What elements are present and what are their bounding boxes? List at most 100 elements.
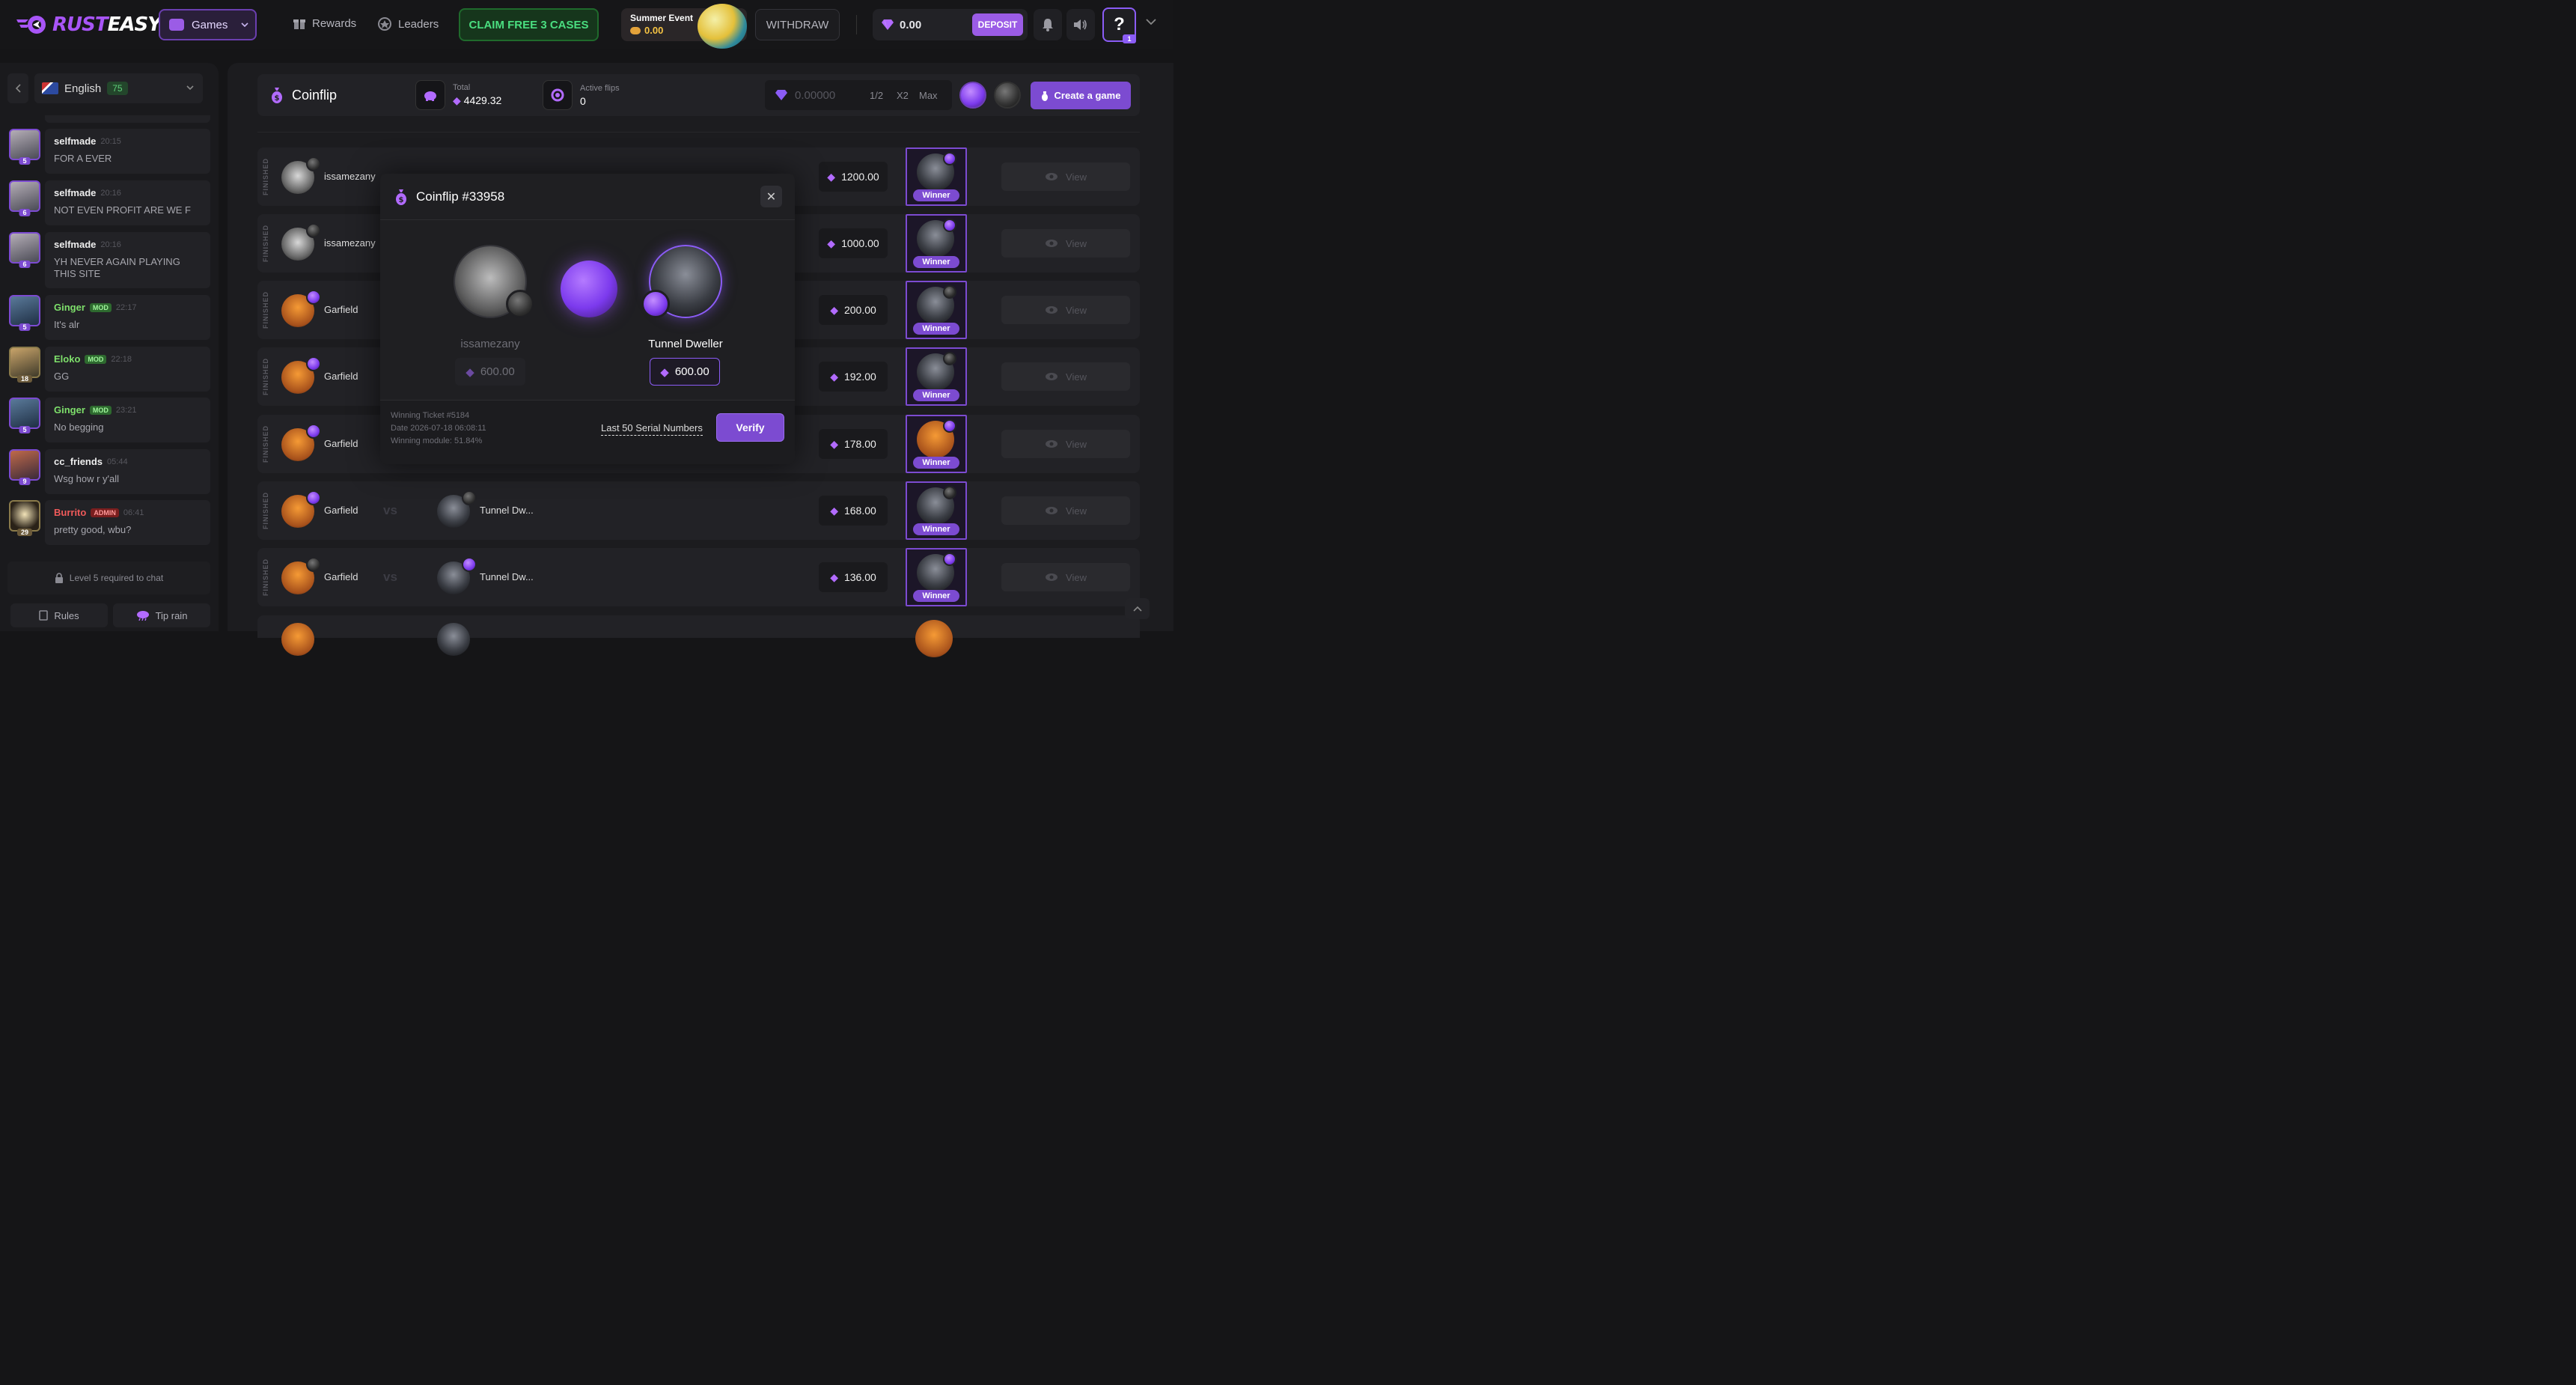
- purple-coin-side-button[interactable]: [959, 82, 986, 109]
- half-bet-button[interactable]: 1/2: [870, 90, 883, 101]
- avatar[interactable]: 9: [9, 449, 40, 485]
- chat-message: 9 cc_friends 05:44 Wsg how r y'all: [7, 449, 210, 494]
- eye-icon: [1045, 239, 1058, 248]
- chat-bubble: Ginger MOD 22:17 It's alr: [45, 295, 210, 340]
- verify-button[interactable]: Verify: [716, 413, 784, 442]
- speaker-icon: [1073, 19, 1088, 31]
- coin-side-badge: [306, 557, 321, 572]
- view-game-button[interactable]: View: [1001, 162, 1130, 191]
- coin-side-badge: [306, 490, 321, 505]
- scroll-to-top-button[interactable]: [1125, 598, 1150, 619]
- create-game-button[interactable]: Create a game: [1031, 82, 1131, 109]
- chat-username[interactable]: cc_friends: [54, 456, 103, 467]
- page-title: $ Coinflip: [271, 87, 337, 103]
- summer-event-widget[interactable]: Summer Event 0.00: [621, 4, 747, 49]
- view-game-button[interactable]: View: [1001, 362, 1130, 391]
- view-game-button[interactable]: View: [1001, 229, 1130, 258]
- gem-icon: ◆: [830, 437, 838, 450]
- double-bet-button[interactable]: X2: [897, 90, 909, 101]
- chat-sidebar: English 75 5 selfmade 20:15 FOR A EVER 6 s…: [0, 63, 219, 631]
- chat-username[interactable]: selfmade: [54, 187, 96, 198]
- status-label: FINISHED: [262, 290, 270, 329]
- chat-bubble: selfmade 20:15 FOR A EVER: [45, 129, 210, 174]
- tip-rain-label: Tip rain: [155, 609, 188, 621]
- chat-message: 5 Ginger MOD 22:17 It's alr: [7, 295, 210, 340]
- notifications-button[interactable]: [1034, 9, 1062, 40]
- winner-box: Winner: [906, 548, 967, 606]
- logo[interactable]: RUSTEASY: [15, 13, 162, 36]
- chat-username[interactable]: Ginger: [54, 404, 85, 416]
- language-label: English: [64, 82, 102, 95]
- chevron-up-icon: [1132, 606, 1142, 612]
- winner-label: Winner: [913, 323, 959, 335]
- game-amount: ◆ 1200.00: [819, 162, 888, 192]
- winner-box: Winner: [906, 347, 967, 406]
- tip-rain-button[interactable]: Tip rain: [113, 603, 210, 627]
- avatar[interactable]: 5: [9, 129, 40, 165]
- coin-side-badge: [462, 490, 477, 505]
- language-select[interactable]: English 75: [34, 73, 203, 103]
- player2-amount: ◆ 600.00: [650, 358, 720, 386]
- chat-username[interactable]: selfmade: [54, 136, 96, 147]
- bet-amount-input[interactable]: 0.00000 1/2 X2 Max: [765, 80, 952, 110]
- chat-bubble: Burrito ADMIN 06:41 pretty good, wbu?: [45, 500, 210, 545]
- winner-box: Winner: [906, 281, 967, 339]
- game-amount: ◆ 136.00: [819, 562, 888, 592]
- player2-avatar[interactable]: [437, 623, 470, 656]
- eye-icon: [1045, 573, 1058, 582]
- leaders-link[interactable]: Leaders: [377, 16, 439, 31]
- avatar[interactable]: 29: [9, 500, 40, 536]
- close-icon[interactable]: ✕: [760, 186, 782, 207]
- last-50-serials-link[interactable]: Last 50 Serial Numbers: [601, 422, 703, 436]
- status-label: FINISHED: [262, 491, 270, 530]
- view-game-button[interactable]: View: [1001, 430, 1130, 458]
- coin-side-badge: [306, 356, 321, 371]
- avatar[interactable]: 6: [9, 232, 40, 268]
- gem-icon: ◆: [827, 237, 836, 249]
- player1-avatar[interactable]: [281, 623, 314, 656]
- brand-part1: RUST: [52, 13, 109, 36]
- claim-free-cases-button[interactable]: CLAIM FREE 3 CASES: [459, 8, 599, 41]
- rewards-link[interactable]: Rewards: [293, 16, 356, 30]
- chat-username[interactable]: Burrito: [54, 507, 86, 518]
- rules-button[interactable]: Rules: [10, 603, 108, 627]
- view-game-button[interactable]: View: [1001, 296, 1130, 324]
- help-button[interactable]: ? 1: [1102, 7, 1136, 43]
- chat-bubble: selfmade 20:16 NOT EVEN PROFIT ARE WE F: [45, 180, 210, 225]
- deposit-button[interactable]: DEPOSIT: [972, 13, 1023, 36]
- sound-button[interactable]: [1066, 9, 1095, 40]
- player1-name: issamezany: [460, 338, 520, 350]
- amount-value: 200.00: [843, 304, 876, 316]
- view-game-button[interactable]: View: [1001, 496, 1130, 525]
- avatar[interactable]: 5: [9, 398, 40, 433]
- avatar[interactable]: 5: [9, 295, 40, 331]
- max-bet-button[interactable]: Max: [919, 90, 938, 101]
- avatar[interactable]: 18: [9, 347, 40, 383]
- gray-coin-side-button[interactable]: [994, 82, 1021, 109]
- lock-icon: [55, 573, 64, 583]
- chat-time: 20:15: [100, 136, 121, 146]
- view-game-button[interactable]: View: [1001, 563, 1130, 591]
- total-label: Total: [453, 83, 471, 92]
- event-value: 0.00: [644, 25, 664, 36]
- chevron-down-icon: [186, 85, 194, 90]
- withdraw-button[interactable]: WITHDRAW: [755, 9, 840, 40]
- gem-icon: ◆: [830, 570, 838, 583]
- chat-username[interactable]: Ginger: [54, 302, 85, 313]
- games-dropdown[interactable]: Games: [159, 9, 257, 40]
- winner-avatar: [915, 620, 953, 657]
- chat-username[interactable]: Eloko: [54, 353, 80, 365]
- chat-time: 22:17: [115, 302, 137, 312]
- leaders-label: Leaders: [398, 17, 439, 31]
- player1-name: Garfield: [324, 571, 358, 582]
- chevron-down-icon[interactable]: [1146, 19, 1156, 25]
- avatar[interactable]: 6: [9, 180, 40, 216]
- eye-icon: [1045, 439, 1058, 448]
- player1-name: issamezany: [324, 171, 376, 182]
- player1-amount: ◆ 600.00: [455, 358, 525, 386]
- collapse-chat-button[interactable]: [7, 73, 28, 103]
- amount-value: 192.00: [843, 371, 876, 383]
- player1-name: issamezany: [324, 237, 376, 249]
- chat-username[interactable]: selfmade: [54, 239, 96, 250]
- status-label: FINISHED: [262, 224, 270, 263]
